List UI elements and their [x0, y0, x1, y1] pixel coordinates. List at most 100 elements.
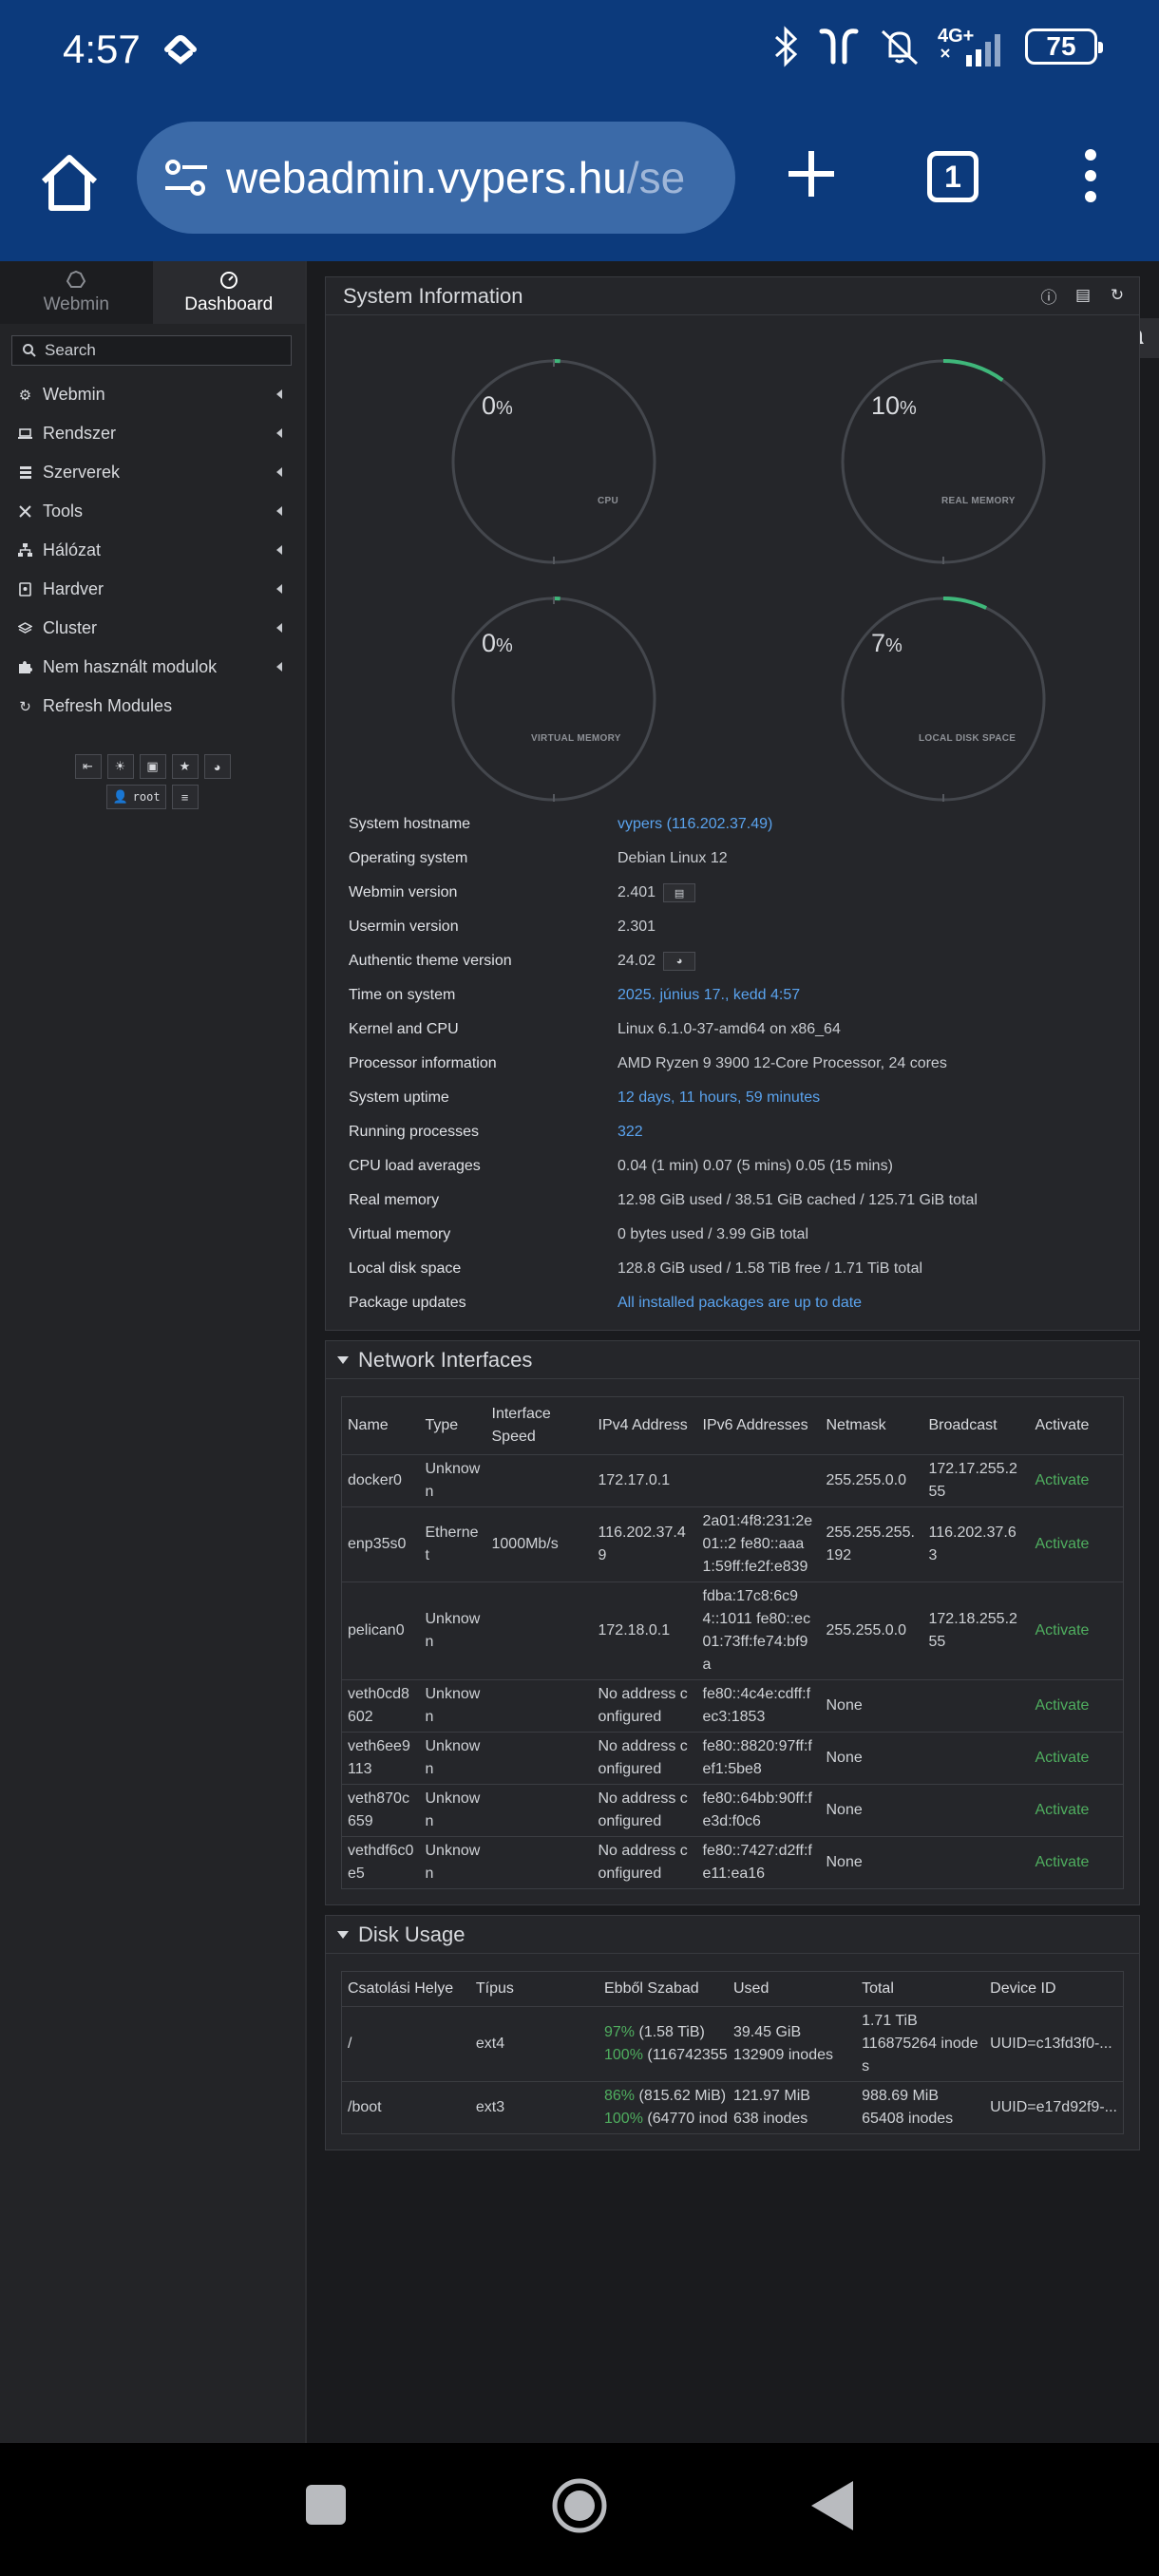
mount-point[interactable]: /boot — [341, 2081, 470, 2134]
signal-4g-icon: 4G+ — [938, 26, 1000, 66]
info-key: Operating system — [349, 850, 468, 866]
panel-header[interactable]: Network Interfaces — [326, 1341, 1139, 1379]
sidebar-item-szerverek[interactable]: Szerverek — [0, 453, 305, 492]
tab-dashboard-label: Dashboard — [184, 294, 274, 314]
clipboard-icon[interactable]: ▤ — [1073, 285, 1093, 306]
panel-header[interactable]: Disk Usage — [326, 1916, 1139, 1954]
home-icon[interactable] — [36, 149, 103, 216]
laptop-icon — [17, 426, 33, 442]
sidebar-item-unused-modules[interactable]: Nem használt modulok — [0, 648, 305, 687]
expand-arrow-icon — [276, 506, 282, 516]
home-circle-icon[interactable] — [551, 2477, 608, 2534]
activate-link[interactable]: Activate — [1029, 1732, 1124, 1785]
sidebar-item-rendszer[interactable]: Rendszer — [0, 414, 305, 453]
info-row: System uptime 12 days, 11 hours, 59 minut… — [349, 1081, 1139, 1115]
activate-link[interactable]: Activate — [1029, 1836, 1124, 1889]
network-table: Name Type Interface Speed IPv4 Address IPv6 … — [341, 1396, 1124, 1889]
column-header: Netmask — [820, 1396, 923, 1455]
palette-icon[interactable]: ◕ — [203, 754, 231, 779]
theme-changelog-button[interactable]: ◕ — [663, 952, 696, 971]
inode-percent: 100% — [604, 2047, 643, 2063]
help-icon[interactable]: ⓘ — [1038, 285, 1059, 307]
table-cell: Unknown — [419, 1582, 486, 1680]
table-cell: fe80::8820:97ff:fef1:5be8 — [696, 1732, 821, 1785]
table-cell: 172.17.255.255 — [922, 1454, 1030, 1507]
address-bar[interactable]: webadmin.vypers.hu/se — [137, 122, 735, 234]
used-inodes: 132909 inodes — [733, 2047, 833, 2063]
info-key: System hostname — [349, 816, 471, 832]
status-bar: 4:57 4G+ 75 — [0, 0, 1159, 109]
terminal-icon[interactable]: ▣ — [139, 754, 166, 779]
reload-icon[interactable]: ↻ — [1107, 285, 1128, 306]
activate-link[interactable]: Activate — [1029, 1506, 1124, 1582]
table-cell — [696, 1454, 821, 1507]
gauge-dial — [451, 597, 656, 802]
main-content: System Information ⓘ ▤ ↻ 0% CPU 10% REAL… — [325, 276, 1140, 2160]
package-updates-link[interactable]: All installed packages are up to date — [618, 1295, 862, 1312]
info-row: Local disk space 128.8 GiB used / 1.58 Ti… — [349, 1252, 1139, 1286]
network-icon — [17, 542, 33, 559]
search-input[interactable]: Search — [11, 335, 292, 366]
mount-point[interactable]: / — [341, 2006, 470, 2082]
tab-dashboard[interactable]: Dashboard — [152, 261, 305, 324]
table-cell: Unknown — [419, 1784, 486, 1837]
theme-toggle-icon[interactable]: ☀ — [106, 754, 134, 779]
table-cell: enp35s0 — [341, 1506, 420, 1582]
sidebar-item-tools[interactable]: Tools — [0, 492, 305, 531]
gauge-unit: % — [496, 398, 513, 419]
table-row: veth870c659 Unknown No address configured f… — [341, 1784, 1124, 1837]
table-cell: None — [820, 1679, 923, 1733]
hostname-link[interactable]: vypers (116.202.37.49) — [618, 816, 772, 833]
gauge-virtual-memory: 0% VIRTUAL MEMORY — [446, 591, 662, 807]
user-button[interactable]: 👤 root — [106, 785, 166, 809]
back-icon[interactable] — [811, 2481, 853, 2530]
site-settings-icon[interactable] — [162, 156, 211, 199]
inode-free: (64770 inod — [647, 2111, 728, 2127]
free-cell: 97% (1.58 TiB) 100% (116742355 — [598, 2006, 728, 2082]
recent-apps-icon[interactable] — [306, 2485, 346, 2525]
free-percent: 97% — [604, 2024, 636, 2040]
username: root — [132, 790, 161, 804]
processes-link[interactable]: 322 — [618, 1124, 643, 1141]
info-key: System uptime — [349, 1089, 449, 1106]
fs-type: ext4 — [469, 2006, 598, 2082]
table-header-row: Csatolási Helye Típus Ebből Szabad Used Tota… — [341, 1971, 1124, 2007]
disk-table: Csatolási Helye Típus Ebből Szabad Used Tota… — [341, 1971, 1124, 2134]
sidebar-item-webmin[interactable]: ⚙ Webmin — [0, 375, 305, 414]
sidebar-item-cluster[interactable]: Cluster — [0, 609, 305, 648]
server-icon — [17, 464, 33, 481]
table-cell: 255.255.255.192 — [820, 1506, 923, 1582]
activate-link[interactable]: Activate — [1029, 1784, 1124, 1837]
collapse-sidebar-icon[interactable]: ⇤ — [74, 754, 102, 779]
logout-menu-icon[interactable]: ≡ — [171, 785, 199, 809]
gauge-value: 7% — [871, 629, 902, 658]
more-menu-icon[interactable] — [1081, 147, 1100, 204]
uptime-link[interactable]: 12 days, 11 hours, 59 minutes — [618, 1089, 820, 1107]
sidebar-item-halozat[interactable]: Hálózat — [0, 531, 305, 570]
activate-link[interactable]: Activate — [1029, 1582, 1124, 1680]
sidebar-item-refresh-modules[interactable]: ↻ Refresh Modules — [0, 687, 305, 726]
favorites-star-icon[interactable]: ★ — [171, 754, 199, 779]
activate-link[interactable]: Activate — [1029, 1454, 1124, 1507]
system-navigation-bar — [0, 2443, 1159, 2576]
expand-arrow-icon — [276, 467, 282, 477]
new-tab-icon[interactable] — [785, 147, 838, 200]
search-icon — [23, 344, 36, 357]
refresh-icon: ↻ — [19, 698, 31, 715]
activate-link[interactable]: Activate — [1029, 1679, 1124, 1733]
gauge-cpu: 0% CPU — [446, 353, 662, 570]
info-key: Usermin version — [349, 919, 459, 935]
sidebar-item-hardver[interactable]: Hardver — [0, 570, 305, 609]
svg-text:4G+: 4G+ — [938, 26, 974, 47]
gauge-unit: % — [885, 635, 902, 656]
table-cell: 172.17.0.1 — [592, 1454, 697, 1507]
system-time-link[interactable]: 2025. június 17., kedd 4:57 — [618, 987, 800, 1004]
sidebar-tabs: Webmin Dashboard — [0, 261, 305, 324]
info-key: Virtual memory — [349, 1226, 451, 1242]
tab-webmin[interactable]: Webmin — [0, 261, 153, 324]
table-row: enp35s0 Ethernet 1000Mb/s 116.202.37.49 2a01… — [341, 1506, 1124, 1582]
webmin-changelog-button[interactable]: ▤ — [663, 883, 696, 902]
tab-switcher-button[interactable]: 1 — [927, 151, 978, 202]
info-key: Kernel and CPU — [349, 1021, 459, 1037]
free-percent: 86% — [604, 2088, 636, 2104]
